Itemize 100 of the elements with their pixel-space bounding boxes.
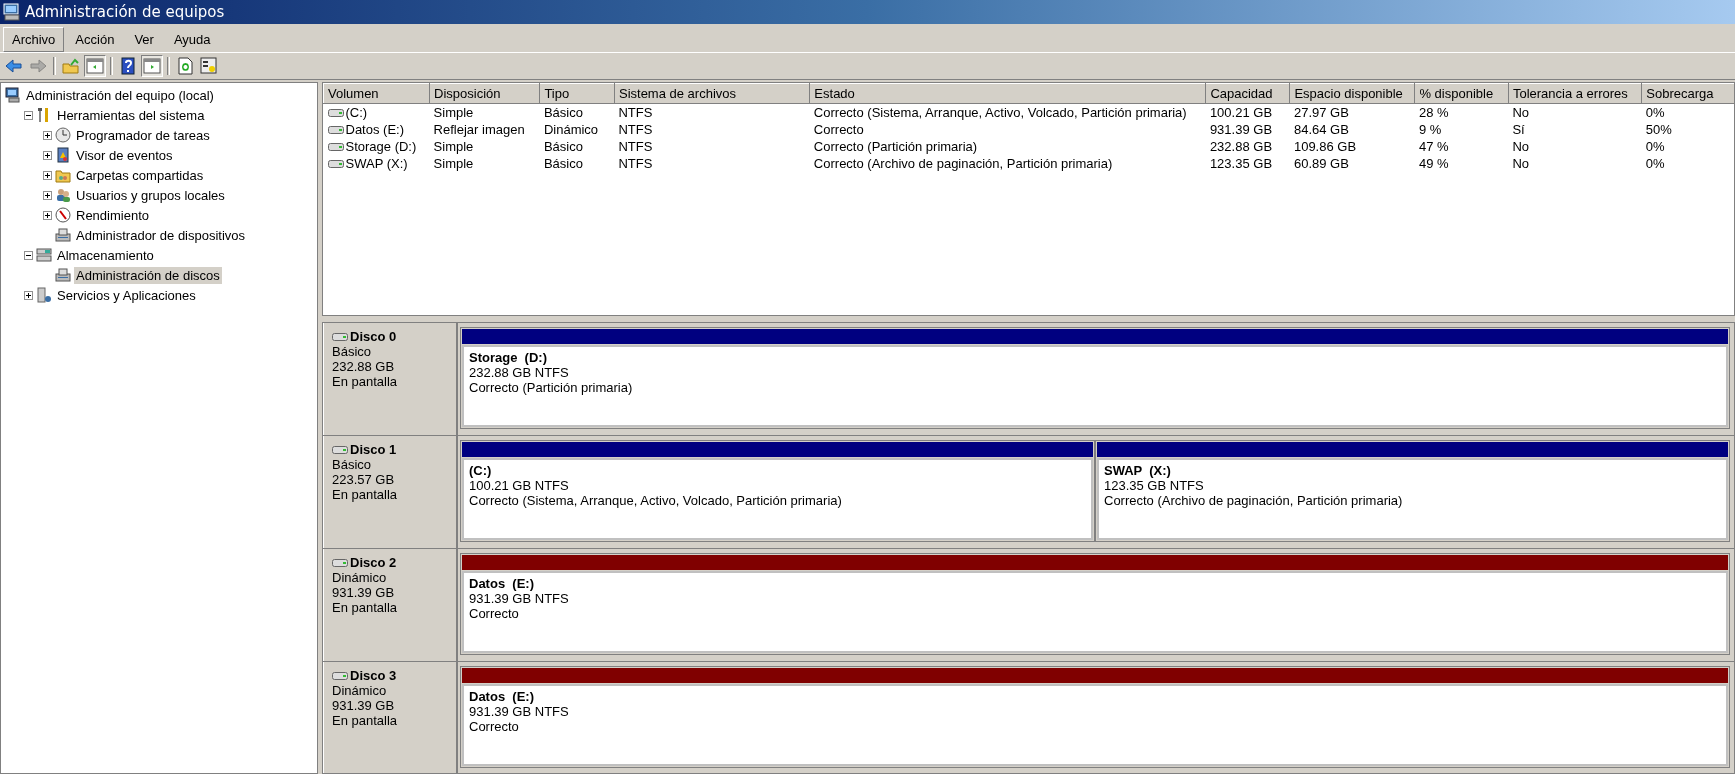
column-header[interactable]: Volumen: [323, 83, 430, 104]
tree-item[interactable]: Servicios y Aplicaciones: [55, 286, 198, 304]
device-manager-icon: [55, 227, 71, 243]
partition-size: 100.21 GB NTFS: [469, 478, 570, 493]
tree-item[interactable]: Programador de tareas: [74, 126, 212, 144]
table-cell-text: Sí: [1511, 121, 1526, 138]
disk-type: Básico: [332, 457, 373, 472]
table-cell: Simple: [429, 103, 540, 121]
partition[interactable]: Datos (E:) 931.39 GB NTFS Correcto: [460, 666, 1730, 768]
partition-name: Datos (E:): [469, 576, 535, 591]
partition-size: 123.35 GB NTFS: [1104, 478, 1205, 493]
disk-size: 232.88 GB: [332, 359, 396, 374]
disk-status: En pantalla: [332, 713, 399, 728]
partition-name: SWAP (X:): [1104, 463, 1172, 478]
collapse-toggle[interactable]: [24, 110, 33, 120]
partition-status: Correcto: [469, 606, 520, 621]
column-header[interactable]: % disponible: [1414, 83, 1509, 104]
column-header[interactable]: Tipo: [539, 83, 615, 104]
table-cell-text: NTFS: [617, 121, 654, 138]
collapse-toggle[interactable]: [24, 250, 33, 260]
table-cell: 27.97 GB: [1289, 103, 1415, 121]
table-cell-text: 47 %: [1417, 138, 1450, 155]
partition-name: Storage (D:): [469, 350, 548, 365]
column-header[interactable]: Estado: [809, 83, 1206, 104]
column-header[interactable]: Espacio disponible: [1289, 83, 1415, 104]
tree-item[interactable]: Almacenamiento: [55, 246, 156, 264]
disk-size: 931.39 GB: [332, 585, 396, 600]
table-cell: Storage (D:): [345, 139, 417, 154]
table-cell-text: 232.88 GB: [1208, 138, 1274, 155]
table-cell-text: NTFS: [617, 138, 654, 155]
users-icon: [55, 187, 71, 203]
partition-status: Correcto: [469, 719, 520, 734]
table-cell-text: Correcto: [812, 121, 865, 138]
disk-type: Dinámico: [332, 683, 388, 698]
disk-status: En pantalla: [332, 600, 399, 615]
action-pane-button[interactable]: [141, 55, 163, 77]
console-tree-button[interactable]: [84, 55, 106, 77]
partition[interactable]: Datos (E:) 931.39 GB NTFS Correcto: [460, 553, 1730, 655]
menu-item[interactable]: Ver: [125, 26, 163, 52]
tree-item[interactable]: Visor de eventos: [74, 146, 175, 164]
column-header[interactable]: Disposición: [429, 83, 540, 104]
table-cell-text: 50%: [1644, 121, 1673, 138]
storage-icon: [36, 247, 52, 263]
disk-name: Disco 1: [350, 442, 397, 457]
computer-icon: [5, 87, 21, 103]
table-cell-text: Básico: [542, 155, 584, 172]
menu-item[interactable]: Archivo: [3, 26, 65, 52]
gauge-icon: [55, 207, 71, 223]
tree-item[interactable]: Administración de discos: [74, 266, 222, 284]
partition-size: 931.39 GB NTFS: [469, 704, 570, 719]
partition-size: 931.39 GB NTFS: [469, 591, 570, 606]
tree-item[interactable]: Administración del equipo (local): [24, 86, 216, 104]
expand-toggle[interactable]: [43, 130, 52, 140]
table-cell: Datos (E:): [345, 122, 404, 137]
table-cell: Básico: [539, 103, 615, 121]
properties-button[interactable]: [198, 55, 220, 77]
partition-status: Correcto (Sistema, Arranque, Activo, Volcado, Partición primaria): [469, 493, 843, 508]
partition-size: 232.88 GB NTFS: [469, 365, 570, 380]
table-cell-text: 49 %: [1417, 155, 1450, 172]
disk-name: Disco 0: [350, 329, 397, 344]
tree-item[interactable]: Rendimiento: [74, 206, 151, 224]
disk-type: Básico: [332, 344, 373, 359]
table-cell-text: 60.89 GB: [1292, 155, 1350, 172]
device-manager-icon: [55, 267, 71, 283]
disk-size: 931.39 GB: [332, 698, 396, 713]
window-title: Administración de equipos: [25, 3, 225, 21]
computer-icon: [3, 3, 21, 21]
expand-toggle[interactable]: [43, 210, 52, 220]
table-cell-text: Simple: [432, 155, 475, 172]
table-cell-text: 931.39 GB: [1208, 121, 1274, 138]
expand-toggle[interactable]: [43, 190, 52, 200]
column-header[interactable]: Sistema de archivos: [614, 83, 810, 104]
tree-item[interactable]: Administrador de dispositivos: [74, 226, 248, 244]
table-cell-text: 0%: [1644, 155, 1666, 172]
partition[interactable]: Storage (D:) 232.88 GB NTFS Correcto (Partición primaria): [460, 327, 1730, 429]
partition-status: Correcto (Partición primaria): [469, 380, 634, 395]
table-cell-text: Reflejar imagen: [432, 121, 526, 138]
menu-item[interactable]: Ayuda: [164, 26, 220, 52]
table-cell-text: NTFS: [617, 155, 654, 172]
tree-item[interactable]: Herramientas del sistema: [55, 106, 207, 124]
expand-toggle[interactable]: [24, 290, 33, 300]
table-cell-text: No: [1511, 155, 1531, 172]
partition[interactable]: (C:) 100.21 GB NTFS Correcto (Sistema, Arranque, Activo, Volcado, Partición primaria): [460, 440, 1095, 542]
table-cell: No: [1508, 103, 1642, 121]
menu-item[interactable]: Acción: [66, 26, 124, 52]
table-cell-text: Correcto (Partición primaria): [812, 138, 979, 155]
table-cell: SWAP (X:): [345, 156, 408, 171]
tree-item[interactable]: Usuarios y grupos locales: [74, 186, 227, 204]
column-header[interactable]: Tolerancia a errores: [1508, 83, 1642, 104]
partition[interactable]: SWAP (X:) 123.35 GB NTFS Correcto (Archivo de paginación, Partición primaria): [1095, 440, 1730, 542]
table-cell-text: 0%: [1644, 138, 1666, 155]
column-header[interactable]: Sobrecarga: [1641, 83, 1734, 104]
table-cell-text: 123.35 GB: [1208, 155, 1274, 172]
expand-toggle[interactable]: [43, 170, 52, 180]
partition-name: Datos (E:): [469, 689, 535, 704]
tree-item[interactable]: Carpetas compartidas: [74, 166, 206, 184]
partition-status: Correcto (Archivo de paginación, Partición primaria): [1104, 493, 1404, 508]
expand-toggle[interactable]: [43, 150, 52, 160]
column-header[interactable]: Capacidad: [1205, 83, 1290, 104]
table-cell: 28 %: [1414, 103, 1509, 121]
